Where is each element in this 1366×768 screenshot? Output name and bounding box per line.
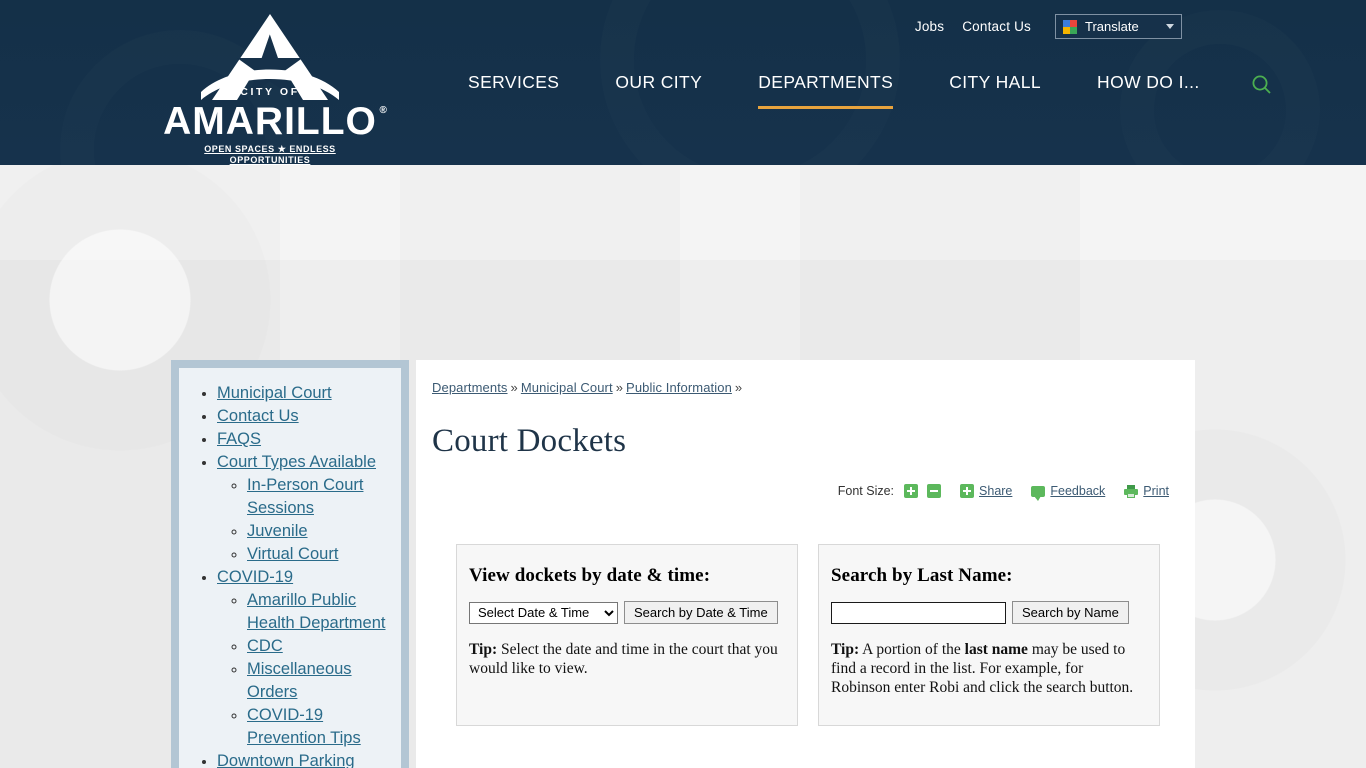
nav-item-departments[interactable]: DEPARTMENTS [730, 72, 921, 109]
main-navigation: SERVICES OUR CITY DEPARTMENTS CITY HALL … [440, 72, 1274, 109]
sidebar-item-municipal-court[interactable]: Municipal Court [217, 382, 391, 405]
sidebar-item-miscellaneous-orders[interactable]: Miscellaneous Orders [247, 658, 391, 704]
name-search-row: Search by Name [831, 601, 1145, 624]
date-time-select[interactable]: Select Date & Time [469, 601, 618, 624]
utility-link-jobs[interactable]: Jobs [915, 19, 944, 34]
breadcrumb-separator: » [510, 380, 518, 395]
sidebar-sublist: Amarillo Public Health Department CDC Mi… [217, 589, 391, 750]
sidebar-item-virtual-court[interactable]: Virtual Court [247, 543, 391, 566]
name-panel-tip: Tip: A portion of the last name may be u… [831, 640, 1145, 697]
chevron-down-icon [1166, 24, 1174, 29]
sidebar-item-amarillo-public-health-department[interactable]: Amarillo Public Health Department [247, 589, 391, 635]
sidebar-link[interactable]: In-Person Court Sessions [247, 476, 363, 517]
panel-heading: Search by Last Name: [831, 565, 1013, 586]
logo-city-of-text: CITY OF [240, 86, 300, 98]
feedback-action[interactable]: Feedback [1031, 484, 1105, 501]
feedback-bubble-icon [1031, 485, 1046, 501]
sidebar-item-juvenile[interactable]: Juvenile [247, 520, 391, 543]
sidebar-item-in-person-court-sessions[interactable]: In-Person Court Sessions [247, 474, 391, 520]
tip-text: Select the date and time in the court th… [469, 641, 778, 677]
breadcrumb-link-departments[interactable]: Departments [432, 380, 508, 395]
logo-tagline: OPEN SPACES ★ ENDLESS OPPORTUNITIES [204, 143, 336, 165]
search-by-date-time-button[interactable]: Search by Date & Time [624, 601, 778, 624]
sidebar-item-contact-us[interactable]: Contact Us [217, 405, 391, 428]
tip-pre: A portion of the [859, 641, 965, 658]
breadcrumb: Departments» Municipal Court» Public Infor… [432, 380, 1171, 395]
sidebar-item-court-types-available[interactable]: Court Types Available In-Person Court Se… [217, 451, 391, 566]
sidebar-link[interactable]: Contact Us [217, 407, 299, 425]
date-search-row: Select Date & Time Search by Date & Time [469, 601, 783, 624]
logo-wordmark-text: AMARILLO [163, 100, 377, 143]
font-decrease-icon[interactable] [927, 484, 942, 498]
sidebar-link[interactable]: Virtual Court [247, 545, 338, 563]
font-size-label: Font Size: [837, 484, 895, 498]
logo-registered-mark: ® [379, 105, 388, 116]
feedback-link[interactable]: Feedback [1050, 484, 1105, 498]
date-panel-tip: Tip: Select the date and time in the cou… [469, 640, 783, 678]
google-translate-icon [1063, 19, 1077, 34]
share-link[interactable]: Share [979, 484, 1012, 498]
tip-bold: last name [964, 641, 1028, 658]
translate-widget[interactable]: Translate [1055, 14, 1182, 39]
main-content: Departments» Municipal Court» Public Infor… [416, 360, 1195, 768]
sidebar-item-downtown-parking-information[interactable]: Downtown Parking Information [217, 750, 391, 768]
last-name-input[interactable] [831, 601, 1006, 624]
sidebar-link[interactable]: Court Types Available [217, 453, 376, 471]
tip-label: Tip: [469, 641, 498, 658]
panel-view-dockets-by-date: View dockets by date & time: Select Date… [456, 544, 798, 726]
amarillo-a-star-icon: CITY OF [163, 12, 377, 104]
share-action[interactable]: Share [960, 484, 1012, 498]
breadcrumb-link-municipal-court[interactable]: Municipal Court [521, 380, 613, 395]
sidebar-item-cdc[interactable]: CDC [247, 635, 391, 658]
print-link[interactable]: Print [1143, 484, 1169, 498]
sidebar-link[interactable]: Juvenile [247, 522, 308, 540]
utility-bar: Jobs Contact Us Translate [915, 14, 1182, 39]
breadcrumb-link-public-information[interactable]: Public Information [626, 380, 732, 395]
panel-search-by-last-name: Search by Last Name: Search by Name Tip:… [818, 544, 1160, 726]
page-body: Municipal Court Contact Us FAQS Court Ty… [0, 165, 1366, 768]
nav-item-services[interactable]: SERVICES [440, 72, 587, 109]
breadcrumb-separator: » [734, 380, 743, 395]
breadcrumb-separator: » [615, 380, 624, 395]
sidebar-link[interactable]: CDC [247, 637, 283, 655]
translate-label: Translate [1085, 19, 1139, 34]
nav-item-how-do-i[interactable]: HOW DO I... [1069, 72, 1228, 109]
panel-heading: View dockets by date & time: [469, 565, 711, 586]
font-increase-icon[interactable] [904, 484, 919, 498]
search-by-name-button[interactable]: Search by Name [1012, 601, 1129, 624]
sidebar-link[interactable]: Amarillo Public Health Department [247, 591, 386, 632]
sidebar-link[interactable]: COVID-19 [217, 568, 293, 586]
share-plus-icon [960, 484, 975, 498]
sidebar-inner: Municipal Court Contact Us FAQS Court Ty… [179, 368, 401, 768]
nav-item-our-city[interactable]: OUR CITY [587, 72, 730, 109]
sidebar-sublist: In-Person Court Sessions Juvenile Virtua… [217, 474, 391, 566]
sidebar-link[interactable]: Downtown Parking Information [217, 752, 355, 768]
site-header: CITY OF AMARILLO ® OPEN SPACES ★ ENDLESS … [0, 0, 1366, 165]
print-action[interactable]: Print [1124, 484, 1169, 498]
tip-label: Tip: [831, 641, 860, 658]
sidebar: Municipal Court Contact Us FAQS Court Ty… [171, 360, 409, 768]
printer-icon [1124, 484, 1139, 498]
docket-search-panels: View dockets by date & time: Select Date… [432, 544, 1171, 726]
nav-item-city-hall[interactable]: CITY HALL [921, 72, 1069, 109]
sidebar-item-faqs[interactable]: FAQS [217, 428, 391, 451]
sidebar-link[interactable]: Miscellaneous Orders [247, 660, 352, 701]
sidebar-list: Municipal Court Contact Us FAQS Court Ty… [189, 382, 391, 768]
sidebar-item-covid-19[interactable]: COVID-19 Amarillo Public Health Departme… [217, 566, 391, 750]
sidebar-item-covid-19-prevention-tips[interactable]: COVID-19 Prevention Tips [247, 704, 391, 750]
utility-link-contact-us[interactable]: Contact Us [962, 19, 1031, 34]
sidebar-link[interactable]: FAQS [217, 430, 261, 448]
logo-wordmark: AMARILLO ® [163, 102, 387, 141]
site-logo[interactable]: CITY OF AMARILLO ® OPEN SPACES ★ ENDLESS … [163, 12, 387, 165]
page-tools: Font Size: Share Feedback Print [432, 484, 1171, 501]
sidebar-link[interactable]: Municipal Court [217, 384, 332, 402]
sidebar-link[interactable]: COVID-19 Prevention Tips [247, 706, 361, 747]
search-icon[interactable] [1250, 73, 1274, 97]
page-title: Court Dockets [432, 423, 627, 459]
